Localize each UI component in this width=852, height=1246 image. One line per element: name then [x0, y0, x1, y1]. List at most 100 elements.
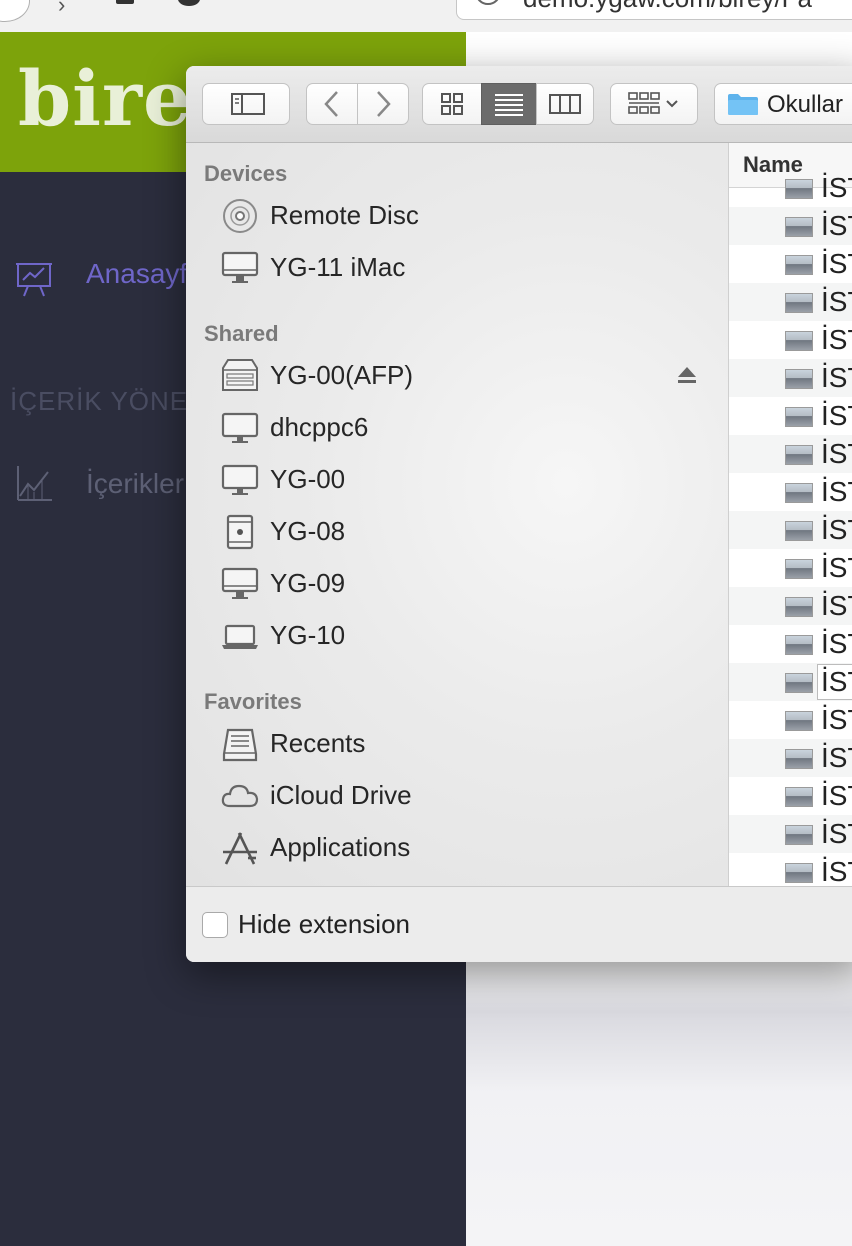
line-chart-icon[interactable]: [14, 464, 54, 509]
file-row[interactable]: İST: [729, 663, 852, 701]
sidebar-item-icloud-drive[interactable]: iCloud Drive: [186, 774, 728, 818]
file-row[interactable]: İST: [729, 511, 852, 549]
image-thumbnail-icon: [785, 635, 813, 655]
hide-extension-label[interactable]: Hide extension: [238, 909, 410, 940]
presentation-chart-icon[interactable]: [14, 258, 54, 303]
section-devices: Devices: [204, 161, 288, 186]
file-list[interactable]: Name İSTİSTİSTİSTİSTİSTİSTİSTİSTİSTİSTİS…: [728, 143, 852, 886]
file-row[interactable]: İST: [729, 549, 852, 587]
file-row[interactable]: İST: [729, 283, 852, 321]
sidebar-item-recents[interactable]: Recents: [186, 722, 728, 766]
file-row[interactable]: İST: [729, 777, 852, 815]
group-by-button[interactable]: [610, 83, 698, 125]
sidebar-item-label: YG-09: [270, 568, 346, 598]
file-row[interactable]: İST: [729, 853, 852, 886]
file-name: İST: [821, 742, 852, 773]
sidebar-item-dhcppc6[interactable]: dhcppc6: [186, 406, 728, 450]
account-icon[interactable]: [178, 0, 200, 6]
folder-icon: [728, 94, 758, 115]
sidebar-item-yg-00[interactable]: YG-00: [186, 458, 728, 502]
file-row[interactable]: İST: [729, 739, 852, 777]
location-label: Okullar: [767, 91, 844, 118]
group-icon: [628, 92, 678, 114]
image-thumbnail-icon: [785, 331, 813, 351]
list-icon: [495, 94, 523, 116]
sidebar-item-label: Applications: [270, 832, 411, 862]
file-name: İST: [821, 172, 852, 203]
file-name: İST: [821, 704, 852, 735]
sidebar-item-label: YG-00(AFP): [270, 360, 414, 390]
file-row[interactable]: İST: [729, 815, 852, 853]
file-row[interactable]: İST: [729, 207, 852, 245]
file-name: İST: [821, 400, 852, 431]
sidebar-item-label: YG-08: [270, 516, 346, 546]
image-thumbnail-icon: [785, 521, 813, 541]
recents-icon: [222, 728, 258, 762]
section-shared: Shared: [204, 321, 279, 346]
image-thumbnail-icon: [785, 255, 813, 275]
server-icon: [222, 359, 258, 391]
image-thumbnail-icon: [785, 863, 813, 883]
columns-icon: [549, 94, 581, 114]
site-info-icon[interactable]: [475, 0, 501, 5]
imac-icon: [221, 567, 259, 599]
extensions-icon[interactable]: [116, 0, 134, 4]
file-name: İST: [821, 590, 852, 621]
sidebar-item-label: YG-10: [270, 620, 346, 650]
sidebar-icon: [231, 93, 265, 115]
cloud-icon: [221, 784, 259, 808]
file-row[interactable]: İST: [729, 473, 852, 511]
image-thumbnail-icon: [785, 673, 813, 693]
list-view-button[interactable]: [481, 83, 537, 125]
file-name: İST: [821, 856, 852, 886]
eject-icon[interactable]: [676, 364, 698, 386]
sidebar-item-label: dhcppc6: [270, 412, 369, 442]
file-row[interactable]: İST: [729, 435, 852, 473]
sidebar-item-yg-00-afp[interactable]: YG-00(AFP): [186, 354, 728, 398]
file-name: İST: [821, 818, 852, 849]
file-name: İST: [821, 476, 852, 507]
image-thumbnail-icon: [785, 217, 813, 237]
file-name: İST: [821, 210, 852, 241]
file-row[interactable]: İST: [729, 397, 852, 435]
sidebar-item-label: Remote Disc: [270, 200, 419, 230]
image-thumbnail-icon: [785, 179, 813, 199]
sidebar-item-yg-10[interactable]: YG-10: [186, 614, 728, 658]
address-text: demo.ygaw.com/birey/Fa: [523, 0, 812, 14]
location-popup[interactable]: Okullar: [714, 83, 852, 125]
file-row[interactable]: İST: [729, 169, 852, 207]
sidebar-item-yg-08[interactable]: YG-08: [186, 510, 728, 554]
toggle-sidebar-button[interactable]: [202, 83, 290, 125]
file-row[interactable]: İST: [729, 701, 852, 739]
back-button[interactable]: [306, 83, 358, 125]
sidebar-item-label: iCloud Drive: [270, 780, 412, 810]
sidebar-item-yg-09[interactable]: YG-09: [186, 562, 728, 606]
icon-view-button[interactable]: [422, 83, 482, 125]
file-name: İST: [821, 362, 852, 393]
image-thumbnail-icon: [785, 749, 813, 769]
file-row[interactable]: İST: [729, 359, 852, 397]
file-name: İST: [821, 666, 852, 697]
hide-extension-checkbox[interactable]: [202, 912, 228, 938]
browser-toolbar: › demo.ygaw.com/birey/Fa: [0, 0, 852, 33]
address-bar[interactable]: demo.ygaw.com/birey/Fa: [456, 0, 852, 20]
file-row[interactable]: İST: [729, 245, 852, 283]
file-name: İST: [821, 628, 852, 659]
imac-icon: [221, 251, 259, 283]
nav-item-content[interactable]: İçerikler: [86, 468, 184, 500]
file-name: İST: [821, 514, 852, 545]
forward-button[interactable]: [357, 83, 409, 125]
column-view-button[interactable]: [536, 83, 594, 125]
forward-icon[interactable]: ›: [58, 0, 65, 18]
sidebar-item-remote-disc[interactable]: Remote Disc: [186, 194, 728, 238]
sidebar-item-applications[interactable]: Applications: [186, 826, 728, 870]
file-row[interactable]: İST: [729, 625, 852, 663]
browser-back-button[interactable]: [0, 0, 30, 22]
sidebar-item-yg-11-imac[interactable]: YG-11 iMac: [186, 246, 728, 290]
file-name: İST: [821, 286, 852, 317]
monitor-icon: [221, 464, 259, 495]
image-thumbnail-icon: [785, 787, 813, 807]
file-row[interactable]: İST: [729, 587, 852, 625]
save-dialog: Okullar Devices Remote Disc YG-11 iMac S…: [186, 66, 852, 962]
file-row[interactable]: İST: [729, 321, 852, 359]
